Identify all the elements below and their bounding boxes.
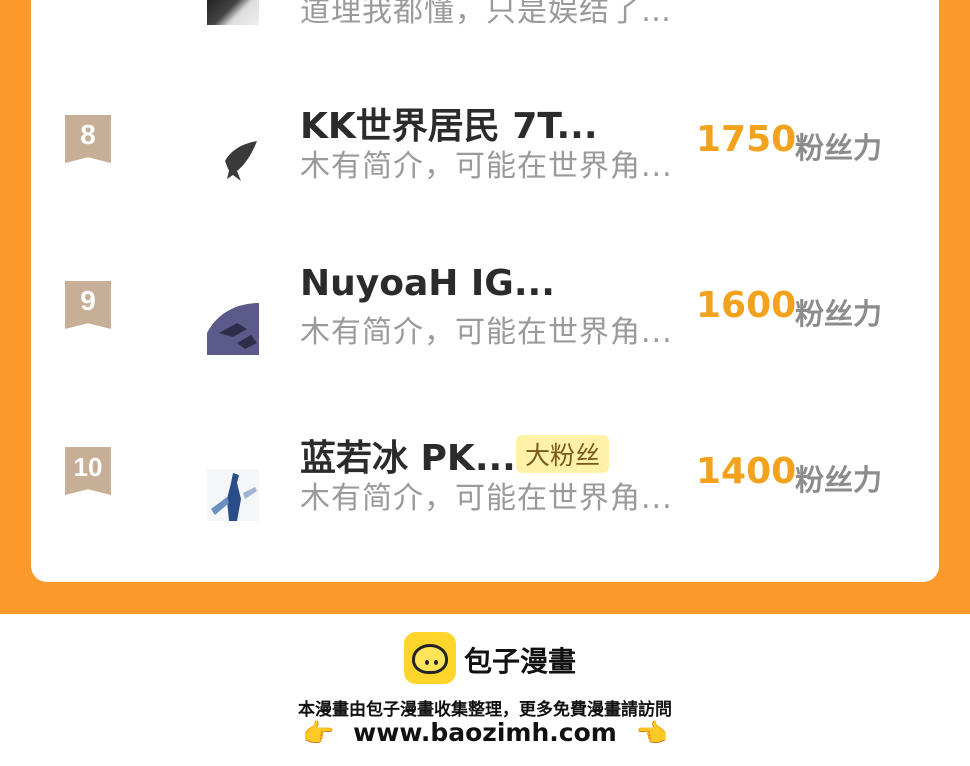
top-entry-desc: 道理我都懂，只是娱结了…: [300, 0, 672, 29]
user-desc: 木有简介，可能在世界角...: [300, 315, 673, 350]
fan-score: 1750: [696, 119, 797, 160]
footer-note: 本漫畫由包子漫畫收集整理，更多免費漫畫請訪問: [298, 700, 672, 720]
bun-shape: [412, 644, 448, 674]
bun-eye: [434, 660, 438, 665]
user-desc: 木有简介，可能在世界角...: [300, 149, 673, 184]
bun-eye: [425, 660, 429, 665]
fan-score-unit: 粉丝力: [795, 131, 883, 165]
ranking-row[interactable]: 9 NuyoaH IG... 木有简介，可能在世界角... 1600 粉丝力: [0, 261, 970, 381]
fan-score-unit: 粉丝力: [795, 297, 883, 331]
rank-badge: 10: [65, 447, 111, 495]
user-desc: 木有简介，可能在世界角...: [300, 481, 673, 516]
avatar-fish-icon[interactable]: [207, 135, 259, 187]
avatar-image[interactable]: [207, 303, 259, 355]
bun-logo-icon[interactable]: [404, 632, 456, 684]
fan-score: 1400: [696, 451, 797, 492]
fan-score-unit: 粉丝力: [795, 463, 883, 497]
pointing-left-hand-icon: 👈: [635, 719, 668, 749]
rank-badge: 9: [65, 281, 111, 329]
footer-url-row[interactable]: 👉 www.baozimh.com 👈: [0, 718, 970, 749]
footer-brand[interactable]: 包子漫畫: [464, 640, 576, 680]
fan-score: 1600: [696, 285, 797, 326]
big-fan-badge: 大粉丝: [516, 435, 610, 473]
rank-badge: 8: [65, 115, 111, 163]
ranking-row[interactable]: 8 KK世界居民 7T... 木有简介，可能在世界角... 1750 粉丝力: [0, 95, 970, 215]
avatar-image[interactable]: [207, 469, 259, 521]
ranking-row[interactable]: 10 蓝若冰 PK... 大粉丝 木有简介，可能在世界角... 1400 粉丝力: [0, 427, 970, 547]
pointing-right-hand-icon: 👉: [302, 719, 335, 749]
avatar-top-entry[interactable]: [207, 0, 259, 25]
user-name[interactable]: NuyoaH IG...: [300, 263, 555, 304]
footer-url-link[interactable]: www.baozimh.com: [353, 718, 617, 747]
